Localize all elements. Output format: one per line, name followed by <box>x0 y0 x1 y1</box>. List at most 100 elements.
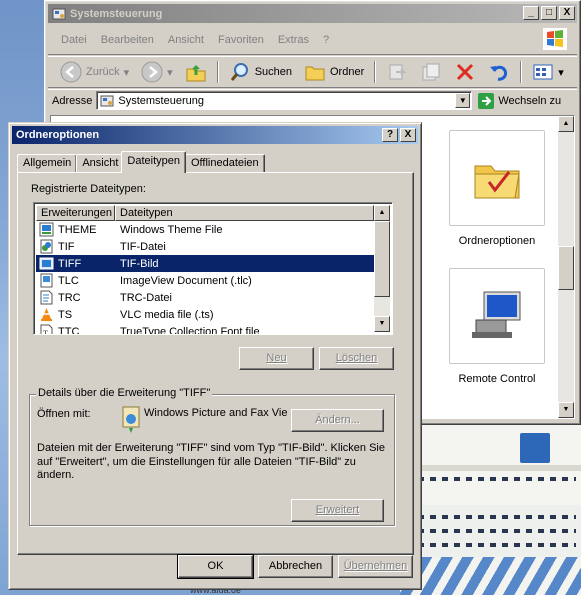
go-arrow-icon <box>478 92 495 109</box>
windows-logo-icon <box>543 28 567 50</box>
up-folder-button[interactable] <box>181 59 211 85</box>
menu-edit[interactable]: Bearbeiten <box>94 32 161 48</box>
address-value: Systemsteuerung <box>118 94 204 107</box>
tab-strip: Allgemein Ansicht Dateitypen Offlinedate… <box>17 151 265 173</box>
scroll-thumb[interactable] <box>558 246 574 290</box>
new-button[interactable]: Neu <box>239 347 314 370</box>
advanced-button[interactable]: Erweitert <box>291 499 384 522</box>
folder-options-item[interactable]: Ordneroptionen <box>437 130 557 247</box>
back-button[interactable]: Zurück ▾ <box>56 59 133 85</box>
delete-button[interactable] <box>450 59 480 85</box>
picture-fax-viewer-icon <box>122 406 140 433</box>
close-button[interactable]: X <box>559 6 575 20</box>
ship-funnel <box>520 433 550 463</box>
ship-wave-pattern <box>400 557 581 595</box>
apply-button[interactable]: Übernehmen <box>338 555 413 578</box>
list-item[interactable]: TRC TRC-Datei <box>36 289 374 306</box>
remote-control-item[interactable]: Remote Control <box>437 268 557 385</box>
tab-offline-files[interactable]: Offlinedateien <box>184 154 265 173</box>
list-scroll-thumb[interactable] <box>374 221 390 297</box>
list-item-selected[interactable]: TIFF TIF-Bild <box>36 255 374 272</box>
menu-bar: Datei Bearbeiten Ansicht Favoriten Extra… <box>48 25 577 55</box>
delete-type-button[interactable]: Löschen <box>319 347 394 370</box>
views-dropdown-icon[interactable]: ▾ <box>558 66 564 79</box>
open-with-app: Windows Picture and Fax Vie <box>120 404 287 434</box>
copy-to-button[interactable] <box>416 59 446 85</box>
forward-dropdown-icon[interactable]: ▾ <box>167 66 173 79</box>
menu-favorites[interactable]: Favoriten <box>211 32 271 48</box>
help-button[interactable]: ? <box>382 128 398 142</box>
control-panel-small-icon <box>100 95 114 106</box>
back-label: Zurück <box>86 66 120 78</box>
folders-button[interactable]: Ordner <box>300 59 368 85</box>
control-panel-titlebar[interactable]: Systemsteuerung _ □ X <box>48 4 577 23</box>
control-panel-icon <box>52 8 66 19</box>
address-dropdown-icon[interactable]: ▼ <box>455 93 471 108</box>
remote-control-icon <box>472 291 521 338</box>
content-scrollbar[interactable]: ▲ ▼ <box>558 116 574 418</box>
list-item[interactable]: TS VLC media file (.ts) <box>36 306 374 323</box>
open-with-label: Öffnen mit: <box>37 408 91 420</box>
folders-label: Ordner <box>330 66 365 78</box>
desktop-wallpaper-ship <box>400 425 581 595</box>
menu-view[interactable]: Ansicht <box>161 32 211 48</box>
list-rows: THEME Windows Theme File TIF TIF-Datei T… <box>36 221 374 334</box>
back-dropdown-icon[interactable]: ▾ <box>124 66 130 79</box>
folder-options-label: Ordneroptionen <box>458 235 536 247</box>
views-button[interactable]: ▾ <box>528 59 568 85</box>
scroll-down-icon[interactable]: ▼ <box>558 402 574 418</box>
maximize-button[interactable]: □ <box>541 6 557 20</box>
minimize-button[interactable]: _ <box>523 6 539 20</box>
theme-file-icon <box>39 222 54 237</box>
go-button[interactable]: Wechseln zu <box>478 92 561 109</box>
ship-deck <box>400 465 581 471</box>
dialog-title: Ordneroptionen <box>16 129 100 141</box>
file-type-description: Dateien mit der Erweiterung "TIFF" sind … <box>37 442 385 481</box>
tif-file-icon <box>40 239 53 254</box>
dialog-close-button[interactable]: X <box>400 128 416 142</box>
move-to-button[interactable] <box>382 59 412 85</box>
remote-control-label: Remote Control <box>458 373 536 385</box>
folders-icon <box>305 66 325 81</box>
details-title: Details über die Erweiterung "TIFF" <box>36 387 213 399</box>
back-arrow-icon <box>60 61 82 83</box>
tiff-file-icon <box>39 257 54 270</box>
views-icon <box>533 64 553 80</box>
list-item[interactable]: TIF TIF-Datei <box>36 238 374 255</box>
menu-tools[interactable]: Extras <box>271 32 316 48</box>
menu-file[interactable]: Datei <box>54 32 94 48</box>
address-bar: Adresse Systemsteuerung ▼ Wechseln zu <box>48 89 577 111</box>
folder-options-icon <box>474 165 520 199</box>
scroll-up-icon[interactable]: ▲ <box>558 116 574 132</box>
column-file-types[interactable]: Dateitypen <box>115 205 374 221</box>
column-extensions[interactable]: Erweiterungen <box>36 205 115 221</box>
move-to-icon <box>389 64 407 80</box>
file-types-list[interactable]: Erweiterungen Dateitypen THEME Windows T… <box>33 202 393 335</box>
list-scroll-down-icon[interactable]: ▼ <box>374 316 390 332</box>
vlc-cone-icon <box>41 308 52 321</box>
change-button[interactable]: Ändern... <box>291 409 384 432</box>
ok-button[interactable]: OK <box>177 554 254 579</box>
tab-file-types[interactable]: Dateitypen <box>121 151 186 173</box>
tab-general[interactable]: Allgemein <box>17 154 78 173</box>
list-item[interactable]: TLC ImageView Document (.tlc) <box>36 272 374 289</box>
undo-button[interactable] <box>484 59 514 85</box>
search-label: Suchen <box>254 66 292 78</box>
trc-file-icon <box>40 290 53 305</box>
list-scrollbar[interactable]: ▲ ▼ <box>374 205 390 332</box>
ship-windows <box>406 477 576 481</box>
list-item[interactable]: T TTC TrueType Collection Font file <box>36 323 374 334</box>
list-item[interactable]: THEME Windows Theme File <box>36 221 374 238</box>
tab-view[interactable]: Ansicht <box>76 154 125 173</box>
address-label: Adresse <box>52 94 93 107</box>
dialog-titlebar[interactable]: Ordneroptionen ? X <box>12 126 418 144</box>
undo-icon <box>490 65 508 81</box>
forward-button[interactable]: ▾ <box>137 59 177 85</box>
list-header: Erweiterungen Dateitypen <box>36 205 374 221</box>
address-input[interactable]: Systemsteuerung ▼ <box>96 91 473 110</box>
forward-arrow-icon <box>141 61 163 83</box>
list-scroll-up-icon[interactable]: ▲ <box>374 205 390 221</box>
cancel-button[interactable]: Abbrechen <box>258 555 333 578</box>
menu-help[interactable]: ? <box>316 32 336 48</box>
search-button[interactable]: Suchen <box>225 59 296 85</box>
